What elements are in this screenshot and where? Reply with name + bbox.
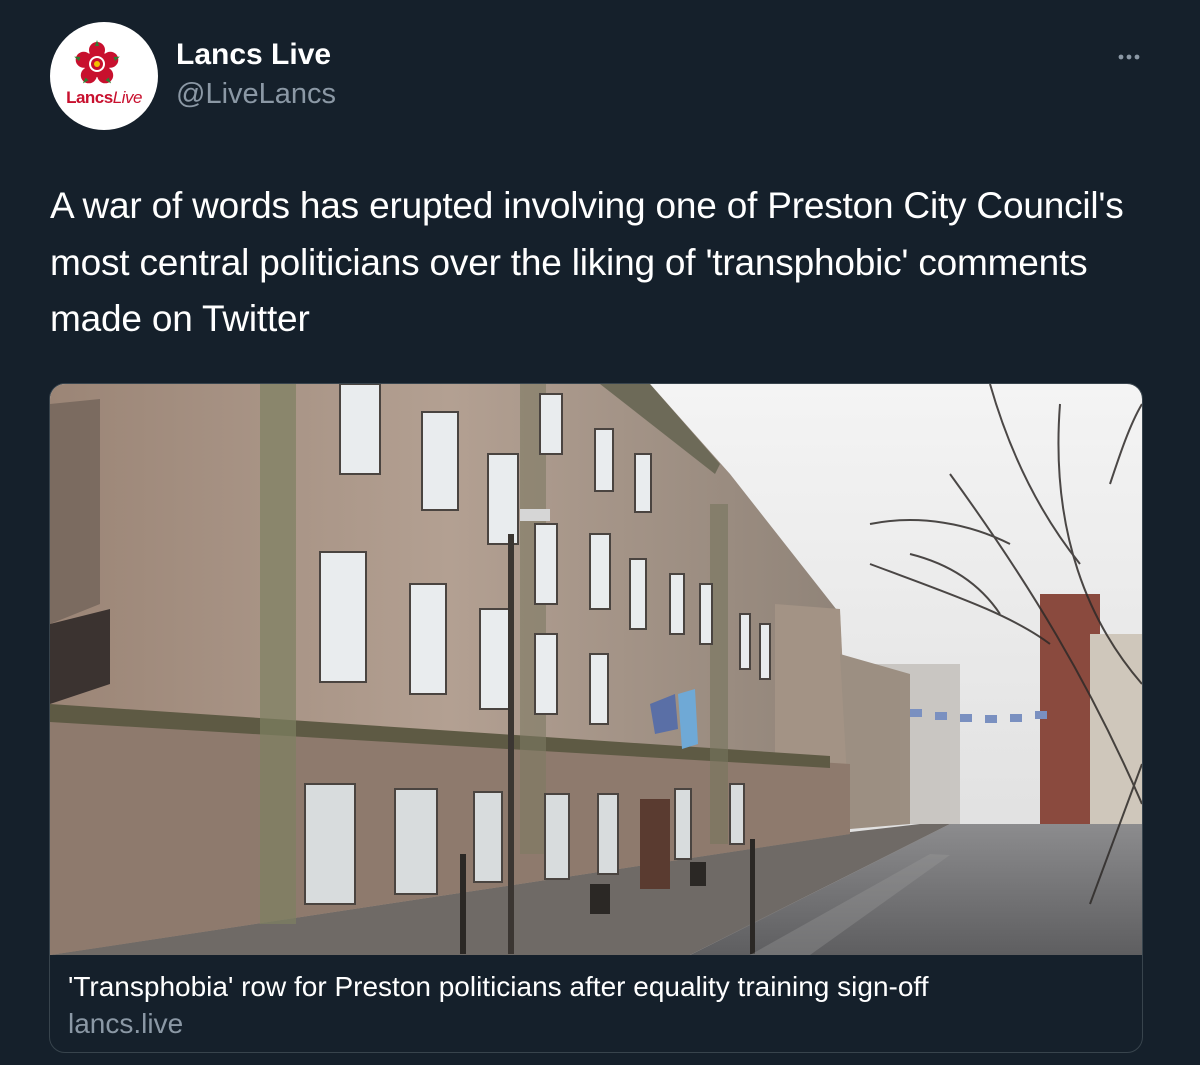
more-options-button[interactable] bbox=[1112, 46, 1146, 68]
red-rose-icon bbox=[74, 40, 120, 84]
logo-text-live: Live bbox=[112, 88, 143, 107]
avatar[interactable]: LancsLive bbox=[50, 22, 158, 130]
tweet-text: A war of words has erupted involving one… bbox=[50, 185, 1124, 339]
avatar-logo-text: LancsLive bbox=[50, 88, 158, 108]
more-horizontal-icon bbox=[1118, 54, 1140, 60]
building-photo bbox=[50, 384, 1142, 955]
tweet[interactable]: LancsLive Lancs Live @LiveLancs A war of… bbox=[0, 0, 1200, 1065]
author-display-name[interactable]: Lancs Live bbox=[176, 38, 331, 72]
author-handle[interactable]: @LiveLancs bbox=[176, 78, 336, 111]
link-card-title[interactable]: 'Transphobia' row for Preston politician… bbox=[68, 971, 928, 1003]
link-card-domain: lancs.live bbox=[68, 1008, 184, 1039]
logo-text-lancs: Lancs bbox=[66, 88, 113, 107]
link-card[interactable]: 'Transphobia' row for Preston politician… bbox=[49, 383, 1143, 1053]
